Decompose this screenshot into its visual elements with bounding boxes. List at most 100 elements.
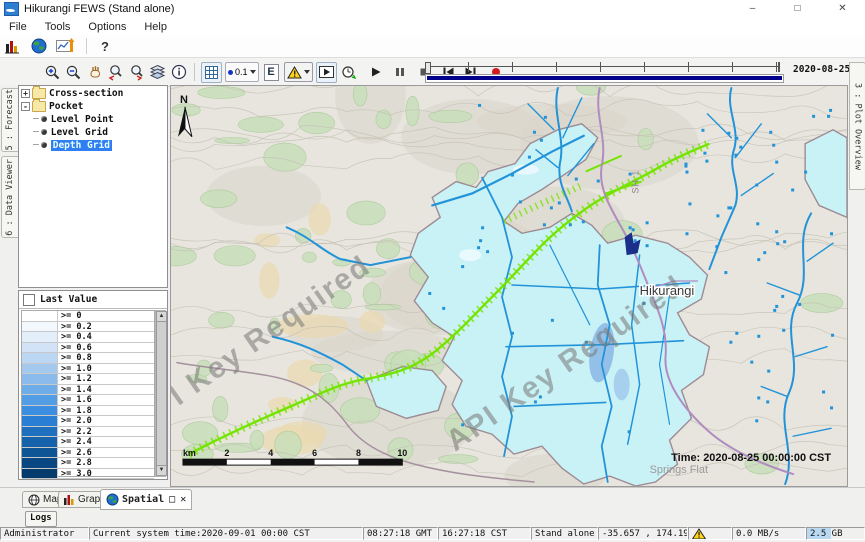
- tree-guide: ─: [33, 127, 39, 138]
- status-warning[interactable]: [688, 527, 732, 540]
- legend-row[interactable]: >= 1.4: [22, 385, 154, 396]
- legend-swatch: [22, 437, 58, 447]
- map-time-label: Time: 2020-08-25 00:00:00 CST: [671, 452, 831, 464]
- legend-label: >= 2.6: [58, 448, 154, 458]
- spatial-globe-icon: [106, 493, 119, 506]
- tree-item-cross-section[interactable]: + Cross-section: [21, 87, 167, 99]
- legend-row[interactable]: >= 0: [22, 311, 154, 322]
- legend-swatch: [22, 353, 58, 363]
- legend-row[interactable]: >= 2.2: [22, 427, 154, 438]
- tree-label-selected: Depth Grid: [51, 140, 112, 151]
- tree-item-level-grid[interactable]: ─ Level Grid: [33, 126, 167, 138]
- info-icon[interactable]: [169, 63, 188, 82]
- legend-swatch: [22, 416, 58, 426]
- pause-button[interactable]: [391, 63, 410, 82]
- warning-dropdown[interactable]: [284, 62, 313, 82]
- contour-value-dropdown[interactable]: 0.1: [225, 62, 259, 82]
- collapse-icon[interactable]: -: [21, 102, 30, 111]
- last-value-checkbox[interactable]: [23, 294, 35, 306]
- menu-tools[interactable]: Tools: [36, 21, 80, 33]
- logs-button[interactable]: Logs: [25, 511, 57, 527]
- svg-text:8: 8: [356, 448, 361, 458]
- grid-display-button[interactable]: [201, 62, 222, 83]
- svg-text:10: 10: [397, 448, 407, 458]
- legend-row[interactable]: >= 0.2: [22, 322, 154, 333]
- status-local-time: 16:27:18 CST: [438, 527, 531, 540]
- minimize-button[interactable]: –: [730, 0, 775, 18]
- close-button[interactable]: ✕: [820, 0, 865, 18]
- menu-options[interactable]: Options: [79, 21, 135, 33]
- legend-scrollbar[interactable]: ▲ ▼: [155, 310, 166, 477]
- legend-swatch: [22, 448, 58, 458]
- menu-file[interactable]: File: [0, 21, 36, 33]
- legend-row[interactable]: >= 2.6: [22, 448, 154, 459]
- legend-row[interactable]: >= 1.0: [22, 364, 154, 375]
- help-button[interactable]: ?: [101, 39, 109, 54]
- title-bar: Hikurangi FEWS (Stand alone) – □ ✕: [0, 0, 865, 19]
- legend-swatch: [22, 469, 58, 479]
- scrollbar-thumb[interactable]: [156, 321, 167, 466]
- zoom-in-icon[interactable]: [43, 63, 62, 82]
- layers-icon[interactable]: [148, 63, 167, 82]
- legend-row[interactable]: >= 0.8: [22, 353, 154, 364]
- legend-label: >= 0.6: [58, 343, 154, 353]
- toolbar-separator: [194, 63, 195, 81]
- tab-forecast[interactable]: 5 : Forecast: [1, 88, 19, 152]
- road-label: SH 1: [631, 170, 641, 194]
- legend-row[interactable]: >= 2.4: [22, 437, 154, 448]
- map-canvas[interactable]: API Key Required API Key Required Hikura…: [170, 85, 848, 487]
- time-slider[interactable]: [425, 59, 788, 83]
- globe-icon: [28, 494, 40, 506]
- legend-row[interactable]: >= 3.0: [22, 469, 154, 480]
- tab-plot-overview[interactable]: 3 : Plot Overview: [849, 62, 865, 190]
- legend-row[interactable]: >= 0.4: [22, 332, 154, 343]
- toolbar-separator: [86, 38, 87, 54]
- play-button[interactable]: [367, 63, 386, 82]
- menu-help[interactable]: Help: [135, 21, 176, 33]
- warning-icon: [287, 66, 302, 79]
- zoom-out-icon[interactable]: [64, 63, 83, 82]
- map-display-icon[interactable]: [29, 37, 49, 55]
- legend-row[interactable]: >= 2.0: [22, 416, 154, 427]
- expander-icon[interactable]: +: [21, 89, 30, 98]
- chevron-down-icon: [250, 70, 256, 74]
- legend-label: >= 1.8: [58, 406, 154, 416]
- tab-close-icon[interactable]: ✕: [180, 494, 186, 505]
- legend-row[interactable]: >= 1.2: [22, 374, 154, 385]
- folder-icon: [32, 88, 46, 99]
- tab-data-viewer[interactable]: 6 : Data Viewer: [1, 156, 19, 238]
- maximize-button[interactable]: □: [775, 0, 820, 18]
- status-coordinates: -35.657 , 174.199: [598, 527, 688, 540]
- status-bar: Administrator Current system time:2020-0…: [0, 527, 865, 542]
- tree-item-depth-grid[interactable]: ─ Depth Grid: [33, 139, 167, 151]
- tree-item-level-point[interactable]: ─ Level Point: [33, 113, 167, 125]
- tab-spatial-label: Spatial: [122, 494, 164, 505]
- time-range-bar[interactable]: [425, 74, 784, 83]
- legend-panel: Last Value >= 0>= 0.2>= 0.4>= 0.6>= 0.8>…: [18, 290, 168, 480]
- tab-spatial[interactable]: Spatial □ ✕: [100, 489, 192, 510]
- legend-swatch: [22, 332, 58, 342]
- tree-label: Pocket: [49, 101, 83, 112]
- zoom-next-icon[interactable]: [127, 63, 146, 82]
- legend-button[interactable]: E: [262, 63, 281, 82]
- legend-row[interactable]: >= 2.8: [22, 458, 154, 469]
- legend-swatch: [22, 374, 58, 384]
- tab-maximize-icon[interactable]: □: [169, 494, 175, 505]
- time-slider-track[interactable]: [425, 62, 780, 72]
- status-user: Administrator: [0, 527, 89, 540]
- svg-text:6: 6: [312, 448, 317, 458]
- legend-row[interactable]: >= 1.8: [22, 406, 154, 417]
- data-display-icon[interactable]: [3, 37, 23, 55]
- timer-icon[interactable]: [339, 63, 358, 82]
- legend-row[interactable]: >= 0.6: [22, 343, 154, 354]
- scroll-down-icon[interactable]: ▼: [156, 465, 167, 476]
- zoom-previous-icon[interactable]: [106, 63, 125, 82]
- legend-swatch: [22, 322, 58, 332]
- timeseries-icon[interactable]: [55, 37, 75, 55]
- animation-button[interactable]: [316, 62, 337, 83]
- legend-swatch: [22, 406, 58, 416]
- pan-icon[interactable]: [85, 63, 104, 82]
- legend-row[interactable]: >= 1.6: [22, 395, 154, 406]
- tree-item-pocket[interactable]: - Pocket: [21, 100, 167, 112]
- legend-label: >= 0: [58, 311, 154, 321]
